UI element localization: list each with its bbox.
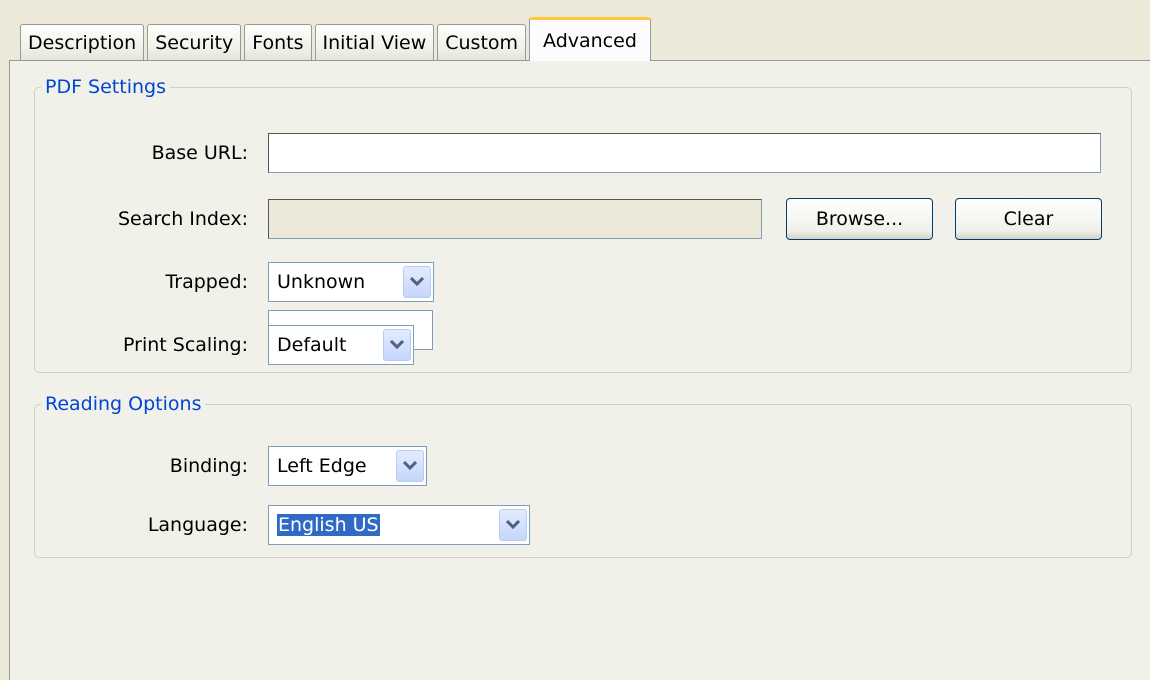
tab-label: Advanced <box>543 29 637 52</box>
tab-description[interactable]: Description <box>20 24 145 60</box>
tab-label: Custom <box>445 31 519 54</box>
search-index-input[interactable] <box>268 199 762 239</box>
advanced-panel: PDF Settings Base URL: Search Index: Bro… <box>9 60 1150 680</box>
clear-button-label: Clear <box>1003 208 1054 230</box>
tab-advanced[interactable]: Advanced <box>529 17 651 61</box>
language-selected-text: English US <box>277 514 380 536</box>
trapped-value: Unknown <box>277 271 366 293</box>
pdf-settings-group: PDF Settings Base URL: Search Index: Bro… <box>34 75 1132 373</box>
search-index-label: Search Index: <box>117 208 248 230</box>
language-dropdown[interactable]: English US <box>268 505 530 545</box>
chevron-down-icon[interactable] <box>403 266 431 298</box>
tab-security[interactable]: Security <box>147 24 242 60</box>
tab-label: Fonts <box>252 31 304 54</box>
browse-button-label: Browse... <box>815 208 904 230</box>
print-scaling-value: Default <box>277 334 347 356</box>
pdf-settings-title: PDF Settings <box>41 75 170 99</box>
browse-button[interactable]: Browse... <box>786 198 933 240</box>
tab-label: Initial View <box>322 31 427 54</box>
tab-custom[interactable]: Custom <box>437 24 527 60</box>
chevron-down-icon[interactable] <box>499 509 527 541</box>
language-label: Language: <box>147 514 248 536</box>
binding-label: Binding: <box>169 455 248 477</box>
reading-options-group: Reading Options Binding: Left Edge Langu… <box>34 392 1132 558</box>
base-url-label: Base URL: <box>151 142 248 164</box>
base-url-input[interactable] <box>268 133 1101 173</box>
trapped-dropdown[interactable]: Unknown <box>268 262 434 302</box>
language-value: English US <box>269 514 499 536</box>
tab-bar: Description Security Fonts Initial View … <box>20 17 654 61</box>
tab-initial-view[interactable]: Initial View <box>314 24 435 60</box>
binding-value: Left Edge <box>277 455 367 477</box>
chevron-down-icon[interactable] <box>383 329 411 361</box>
print-scaling-dropdown[interactable]: Default <box>268 325 414 365</box>
binding-dropdown[interactable]: Left Edge <box>268 446 427 486</box>
trapped-label: Trapped: <box>165 271 248 293</box>
tab-label: Security <box>155 31 234 54</box>
tab-label: Description <box>28 31 137 54</box>
tab-fonts[interactable]: Fonts <box>244 24 312 60</box>
print-scaling-label: Print Scaling: <box>123 334 248 356</box>
clear-button[interactable]: Clear <box>955 198 1102 240</box>
chevron-down-icon[interactable] <box>396 450 424 482</box>
reading-options-title: Reading Options <box>41 392 206 416</box>
